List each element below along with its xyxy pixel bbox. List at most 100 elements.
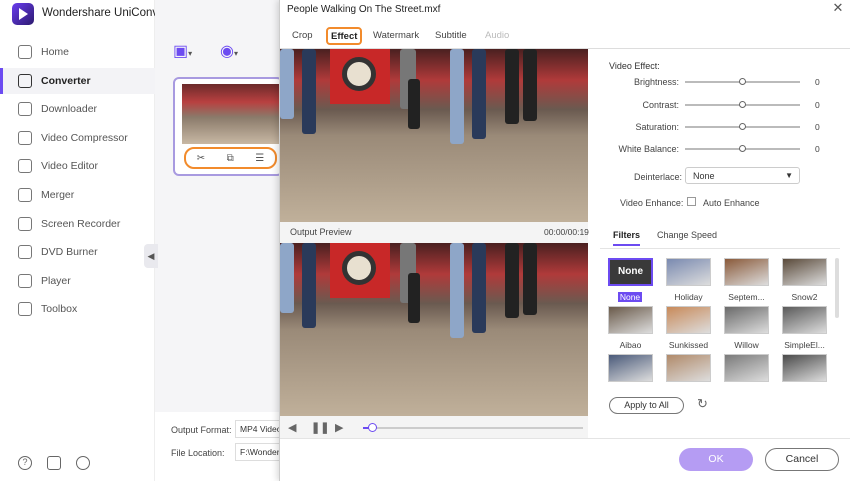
filter-name: None [618,292,642,302]
add-media-button[interactable]: ◉▾ [220,41,238,60]
auto-enhance-label[interactable]: Auto Enhance [703,198,760,208]
sidebar-item-label: Downloader [41,103,98,116]
deinterlace-label: Deinterlace: [634,172,683,182]
filter-item[interactable] [666,354,714,382]
disc-icon [18,245,32,260]
white-balance-value: 0 [815,144,820,154]
sidebar-item-player[interactable]: Player [0,268,155,294]
cancel-button[interactable]: Cancel [765,448,839,471]
time-readout: 00:00/00:19 [544,227,589,237]
filter-name: Sunkissed [668,340,709,350]
auto-enhance-checkbox[interactable] [687,197,696,206]
white-balance-handle[interactable] [738,145,746,152]
ok-button[interactable]: OK [679,448,753,471]
sidebar-item-downloader[interactable]: Downloader [0,96,155,122]
feedback-icon[interactable] [76,456,90,470]
filter-item[interactable]: Aibao [608,306,656,350]
tab-subtitle[interactable]: Subtitle [431,27,471,45]
progress-handle[interactable] [367,423,377,432]
filter-thumbnail[interactable] [782,306,827,334]
deinterlace-select[interactable]: None ▼ [685,167,800,184]
saturation-value: 0 [815,122,820,132]
sidebar-item-converter[interactable]: Converter [0,67,155,94]
filter-item[interactable]: None None [608,258,656,302]
filter-thumbnail[interactable]: None [608,258,653,286]
filter-thumbnail[interactable] [724,306,769,334]
app-logo [12,3,34,25]
notification-icon[interactable] [47,456,61,470]
sidebar-item-video-editor[interactable]: Video Editor [0,153,155,179]
sidebar-item-home[interactable]: Home [0,39,155,65]
previous-frame-icon[interactable]: ◀ [288,421,296,434]
close-icon[interactable]: ✕ [831,1,845,15]
filter-name: Aibao [619,340,642,350]
effects-icon[interactable]: ☰ [255,153,264,164]
app-title-bar: Wondershare UniConverter [0,0,182,28]
pause-icon[interactable]: ❚❚ [311,421,329,434]
sidebar-item-label: Toolbox [41,303,78,316]
sidebar-item-merger[interactable]: Merger [0,182,155,208]
home-icon [18,45,32,59]
filter-thumbnail[interactable] [724,258,769,286]
reset-icon[interactable]: ↻ [697,397,711,411]
filter-item[interactable]: Septem... [724,258,772,302]
output-format-label: Output Format: [171,425,232,435]
contrast-handle[interactable] [738,101,746,108]
sidebar-item-screen-recorder[interactable]: Screen Recorder [0,211,155,237]
help-icon[interactable]: ? [18,456,32,470]
tab-effect[interactable]: Effect [326,27,363,45]
sidebar-item-label: DVD Burner [41,246,98,259]
filter-thumbnail[interactable] [608,306,653,334]
filter-item[interactable]: Holiday [666,258,714,302]
filter-thumbnail[interactable] [608,354,653,382]
scissors-icon [18,159,32,174]
filter-name: Septem... [728,292,765,302]
video-thumbnail[interactable] [182,84,280,144]
filter-thumbnail[interactable] [666,306,711,334]
filter-item[interactable]: Willow [724,306,772,350]
add-file-button[interactable]: ▣▾ [173,41,192,60]
sidebar-item-label: Merger [41,189,75,201]
filter-thumbnail[interactable] [782,258,827,286]
apply-to-all-button[interactable]: Apply to All [609,397,684,414]
filter-item[interactable]: Snow2 [782,258,830,302]
sidebar-item-label: Screen Recorder [41,217,121,230]
output-format-field[interactable]: MP4 Video [235,420,280,438]
filter-thumbnail[interactable] [666,258,711,286]
sidebar-item-video-compressor[interactable]: Video Compressor [0,125,155,151]
sidebar-item-dvd-burner[interactable]: DVD Burner [0,239,155,265]
output-preview [280,243,588,416]
dialog-footer-divider [280,438,850,439]
brightness-handle[interactable] [738,78,746,85]
filter-thumbnail[interactable] [782,354,827,382]
filter-thumbnail[interactable] [666,354,711,382]
progress-track[interactable] [363,427,583,429]
tab-watermark[interactable]: Watermark [369,27,423,45]
saturation-handle[interactable] [738,123,746,130]
sidebar-item-label: Video Editor [41,160,99,173]
sidebar: Wondershare UniConverter Home Converter Do… [0,0,182,481]
filter-item[interactable]: Sunkissed [666,306,714,350]
filter-thumbnail[interactable] [724,354,769,382]
filter-item[interactable]: SimpleEl... [782,306,830,350]
filter-item[interactable] [608,354,656,382]
crop-icon[interactable]: ⧉ [227,153,234,164]
filters-scrollbar[interactable] [835,258,839,318]
trim-icon[interactable]: ✂ [197,153,205,164]
file-location-field[interactable]: F:\Wondershare [235,443,280,461]
brightness-row: Brightness: 0 [280,75,850,89]
tab-change-speed[interactable]: Change Speed [657,230,717,244]
sidebar-item-toolbox[interactable]: Toolbox [0,296,155,322]
collapse-sidebar-arrow-icon[interactable]: ◀ [144,244,158,268]
filter-item[interactable] [782,354,830,382]
filter-item[interactable] [724,354,772,382]
next-frame-icon[interactable]: ▶ [335,421,343,434]
contrast-value: 0 [815,100,820,110]
saturation-label: Saturation: [635,122,679,132]
converter-icon [18,73,32,88]
output-preview-bar: Output Preview 00:00/00:19 [280,222,589,243]
filter-name: Snow2 [791,292,818,302]
tab-filters[interactable]: Filters [613,230,641,246]
tab-crop[interactable]: Crop [288,27,317,45]
edit-tools: ✂ ⧉ ☰ [184,147,277,169]
